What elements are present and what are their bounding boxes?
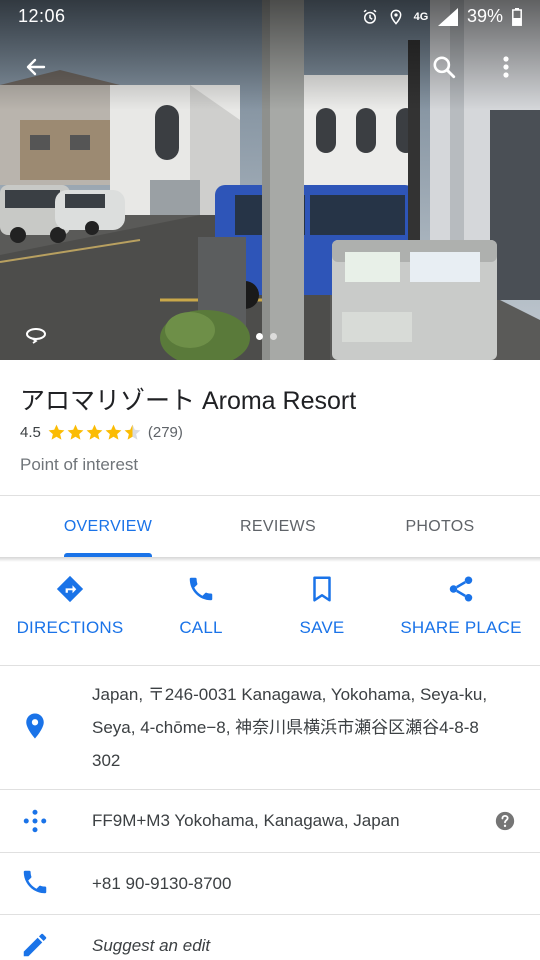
tab-overview[interactable]: OVERVIEW bbox=[46, 496, 170, 558]
suggest-edit-row[interactable]: Suggest an edit bbox=[0, 915, 540, 960]
photo-toolbar bbox=[0, 45, 540, 93]
address-line-1: Japan, 〒246-0031 Kanagawa, Yokohama, Sey… bbox=[92, 685, 488, 704]
tab-photos[interactable]: PHOTOS bbox=[378, 496, 502, 558]
alarm-icon bbox=[363, 9, 377, 24]
star-rating bbox=[47, 423, 142, 442]
address-line-3: 302 bbox=[92, 751, 121, 770]
star-full-icon bbox=[105, 424, 122, 440]
photo-pager-dots bbox=[256, 333, 277, 340]
pager-dot bbox=[270, 333, 277, 340]
phone-row[interactable]: +81 90-9130-8700 bbox=[0, 853, 540, 914]
save-button[interactable]: SAVE bbox=[282, 574, 362, 654]
place-category: Point of interest bbox=[20, 455, 139, 474]
battery-icon bbox=[512, 7, 522, 26]
location-status-icon bbox=[390, 9, 402, 25]
back-button[interactable] bbox=[16, 47, 56, 87]
share-place-label: SHARE PLACE bbox=[400, 618, 522, 637]
more-options-button[interactable] bbox=[486, 47, 526, 87]
call-label: CALL bbox=[179, 618, 223, 637]
search-button[interactable] bbox=[424, 47, 464, 87]
status-bar: 12:06 4G 39% bbox=[0, 0, 540, 33]
phone-icon bbox=[189, 577, 213, 601]
star-full-icon bbox=[86, 424, 103, 440]
directions-icon bbox=[56, 575, 84, 603]
battery-percentage: 39% bbox=[466, 6, 503, 26]
more-vert-icon bbox=[503, 56, 509, 78]
tab-reviews[interactable]: REVIEWS bbox=[216, 496, 340, 558]
bookmark-icon bbox=[313, 576, 331, 602]
phone-number: +81 90-9130-8700 bbox=[92, 874, 232, 893]
place-name: アロマリゾート Aroma Resort bbox=[20, 387, 357, 415]
star-full-icon bbox=[48, 424, 65, 440]
directions-button[interactable]: DIRECTIONS bbox=[10, 574, 130, 654]
call-button[interactable]: CALL bbox=[161, 574, 241, 654]
address-line-2: Seya, 4-chōme−8, 神奈川県横浜市瀬谷区瀬谷4-8-8 bbox=[92, 718, 479, 737]
plus-code-icon bbox=[23, 809, 47, 833]
signal-icon bbox=[437, 7, 458, 26]
pager-dot-active bbox=[256, 333, 263, 340]
plus-code-text: FF9M+M3 Yokohama, Kanagawa, Japan bbox=[92, 811, 400, 830]
share-icon bbox=[449, 576, 473, 602]
network-type: 4G bbox=[413, 10, 429, 23]
phone-icon bbox=[23, 870, 47, 894]
place-photo[interactable]: 12:06 4G 39% bbox=[0, 0, 540, 360]
back-arrow-icon bbox=[26, 58, 46, 76]
tab-bar: OVERVIEW REVIEWS PHOTOS bbox=[0, 496, 540, 558]
plus-code-row[interactable]: FF9M+M3 Yokohama, Kanagawa, Japan bbox=[0, 790, 540, 852]
rating-value: 4.5 bbox=[20, 424, 41, 441]
suggest-edit-text: Suggest an edit bbox=[92, 936, 211, 955]
location-pin-icon bbox=[26, 713, 44, 739]
save-label: SAVE bbox=[299, 618, 345, 637]
rating-row[interactable]: 4.5 (279) bbox=[20, 423, 183, 442]
star-half-icon bbox=[124, 424, 141, 440]
tab-bar-shadow bbox=[0, 557, 540, 562]
address-row[interactable]: Japan, 〒246-0031 Kanagawa, Yokohama, Sey… bbox=[0, 666, 540, 789]
search-icon bbox=[433, 56, 456, 79]
share-place-button[interactable]: SHARE PLACE bbox=[396, 574, 526, 654]
360-view-icon[interactable] bbox=[24, 324, 48, 344]
edit-pencil-icon bbox=[23, 933, 47, 957]
star-full-icon bbox=[67, 424, 84, 440]
review-count: (279) bbox=[147, 424, 183, 441]
status-time: 12:06 bbox=[18, 6, 66, 26]
help-icon[interactable] bbox=[494, 810, 516, 832]
directions-label: DIRECTIONS bbox=[16, 618, 124, 637]
